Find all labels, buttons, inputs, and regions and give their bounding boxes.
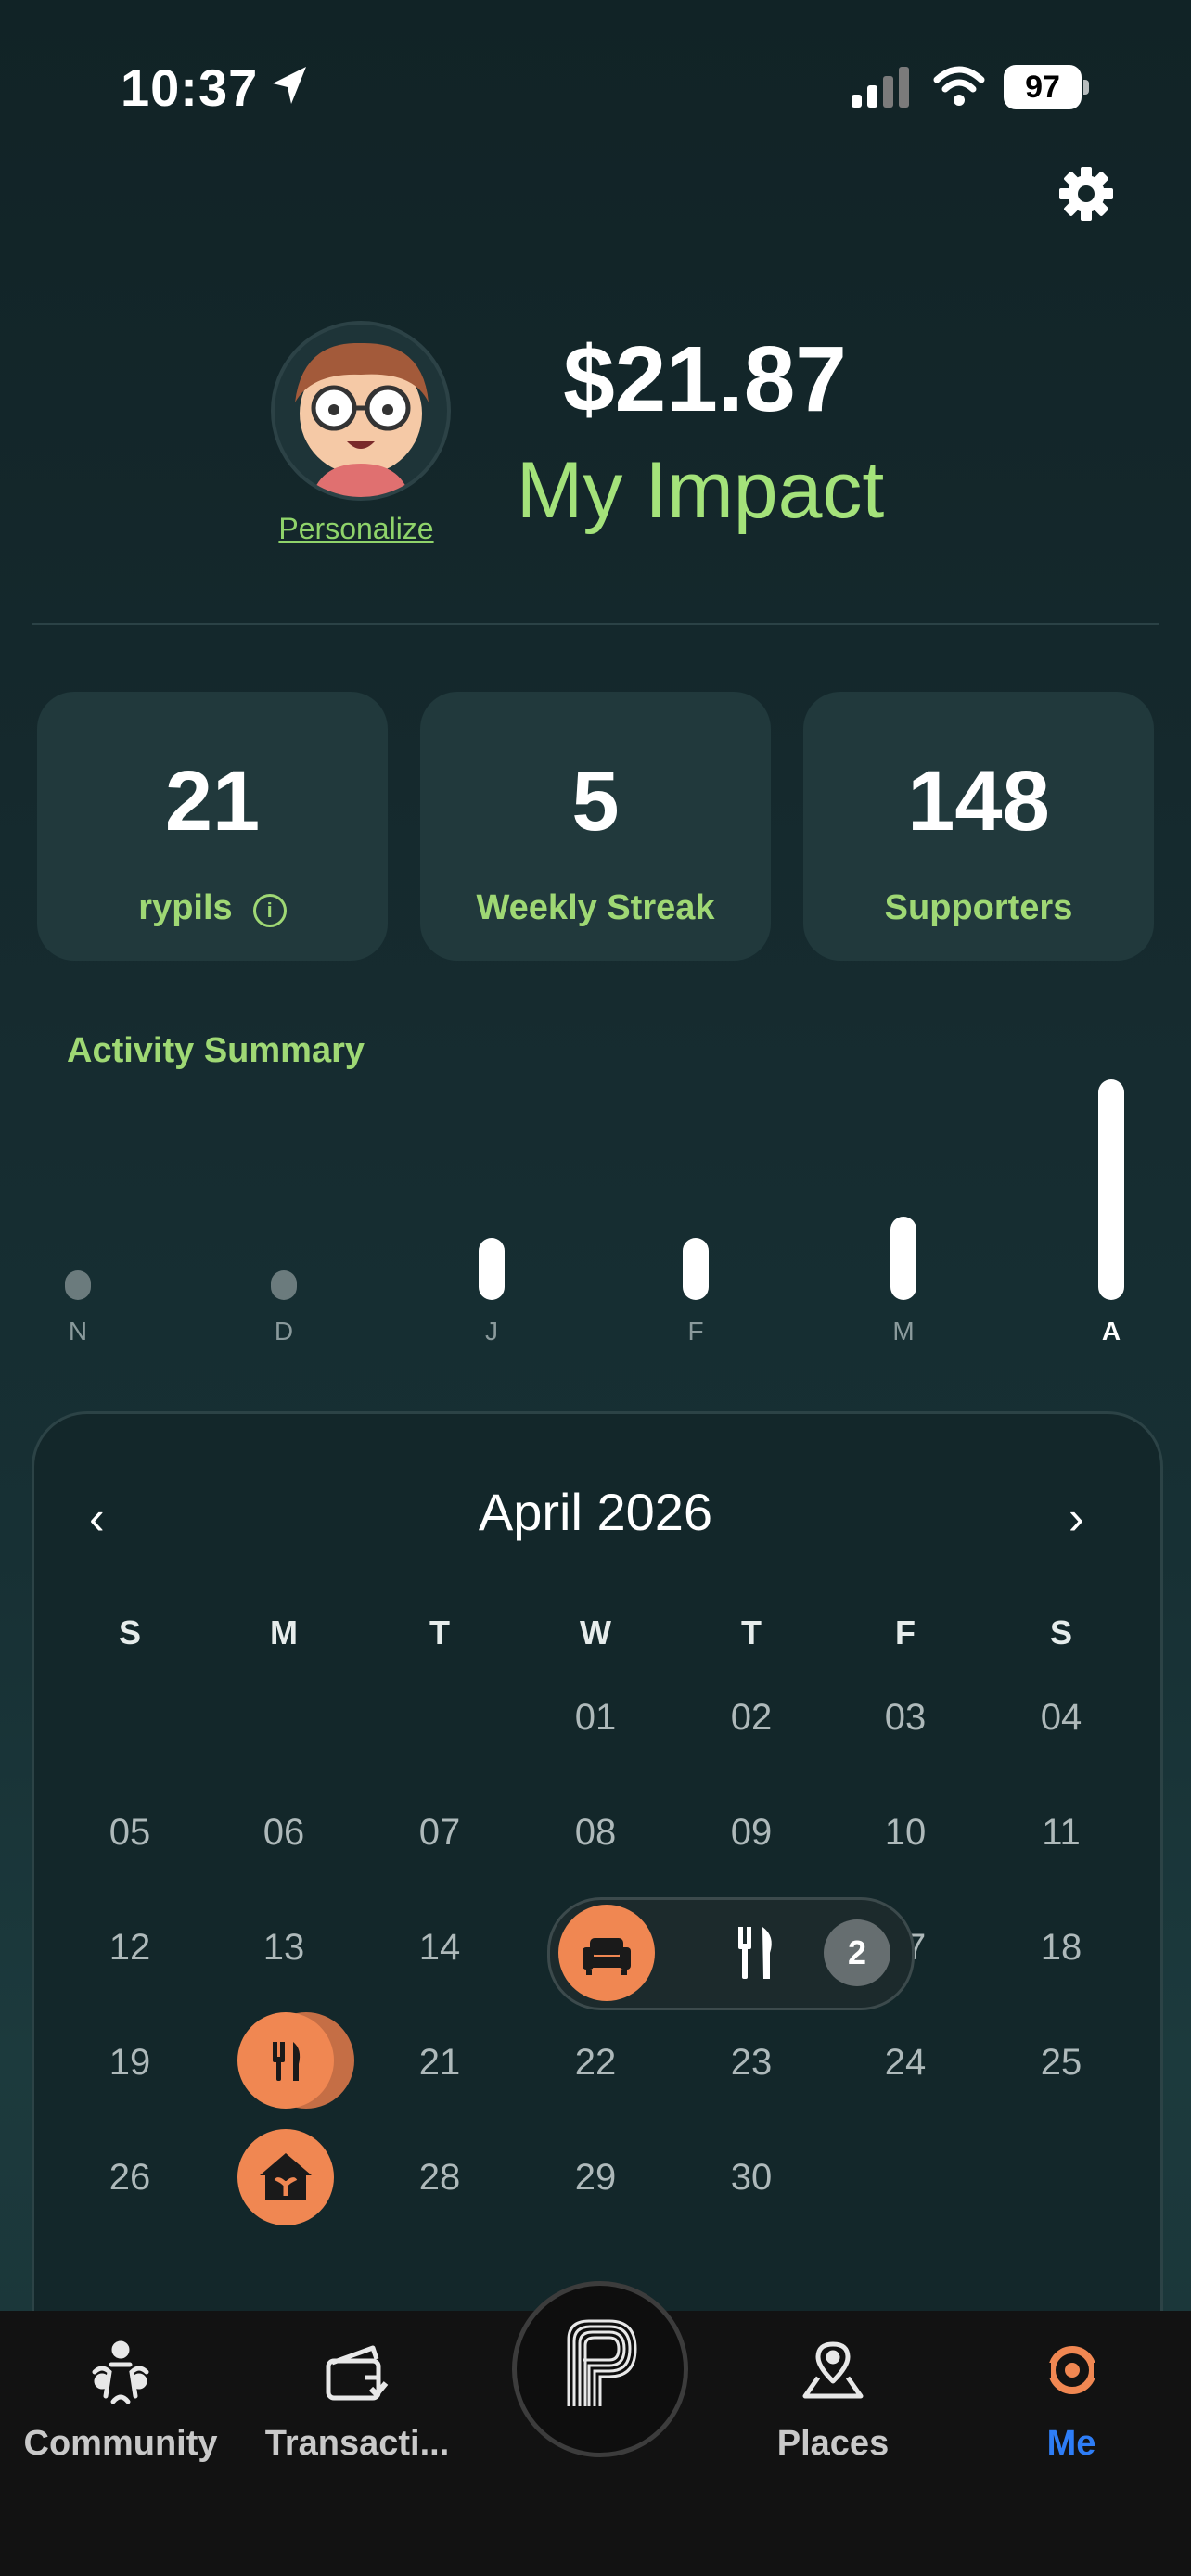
info-icon[interactable]: i bbox=[252, 894, 287, 927]
calendar-day-21[interactable]: 21 bbox=[398, 2042, 481, 2084]
calendar-day-28[interactable]: 28 bbox=[398, 2157, 481, 2199]
activity-bar-m bbox=[890, 1217, 916, 1300]
location-arrow-icon bbox=[273, 67, 306, 104]
stat-card-supporters[interactable]: 148 Supporters bbox=[803, 692, 1154, 961]
tab-community[interactable]: Community bbox=[9, 2424, 232, 2464]
chevron-right-icon[interactable]: › bbox=[1069, 1491, 1084, 1545]
activity-bar-j bbox=[479, 1238, 505, 1300]
avatar-illustration bbox=[295, 342, 429, 497]
wallet-icon bbox=[326, 2345, 389, 2401]
weekday-label: S bbox=[118, 1613, 141, 1651]
popup-event-sofa[interactable] bbox=[558, 1905, 655, 2001]
gear-icon[interactable] bbox=[1057, 165, 1115, 223]
stat-value: 21 bbox=[164, 754, 261, 848]
event-marker-20[interactable] bbox=[237, 2012, 334, 2109]
calendar-day-30[interactable]: 30 bbox=[710, 2157, 793, 2199]
activity-chart: NDJFMA bbox=[0, 0, 1191, 1354]
activity-month-label: A bbox=[1101, 1317, 1121, 1345]
activity-bar-n bbox=[65, 1270, 91, 1300]
weekday-label: T bbox=[429, 1613, 450, 1651]
wifi-icon bbox=[933, 66, 985, 106]
tab-places[interactable]: Places bbox=[742, 2424, 924, 2464]
activity-month-label: J bbox=[485, 1317, 498, 1345]
community-icon bbox=[92, 2340, 149, 2404]
activity-month-label: D bbox=[274, 1317, 294, 1345]
impact-amount: $21.87 bbox=[563, 327, 847, 431]
activity-month-label: F bbox=[687, 1317, 704, 1345]
calendar-month-title: April 2026 bbox=[478, 1483, 713, 1541]
activity-bar-a bbox=[1098, 1079, 1124, 1300]
stat-card-rypils[interactable]: 21 rypils i bbox=[37, 692, 388, 961]
divider bbox=[32, 623, 1159, 625]
calendar-day-05[interactable]: 05 bbox=[88, 1812, 172, 1854]
stat-label: Supporters bbox=[884, 888, 1073, 927]
calendar-day-07[interactable]: 07 bbox=[398, 1812, 481, 1854]
weekday-label: T bbox=[741, 1613, 762, 1651]
stat-label: rypils bbox=[138, 888, 233, 927]
stat-label: Weekly Streak bbox=[476, 888, 715, 927]
calendar-day-08[interactable]: 08 bbox=[554, 1812, 637, 1854]
page-title: My Impact bbox=[516, 446, 885, 535]
calendar-day-23[interactable]: 23 bbox=[710, 2042, 793, 2084]
tab-transactions[interactable]: Transacti... bbox=[250, 2424, 464, 2464]
home-plant-icon bbox=[260, 2153, 312, 2200]
avatar[interactable] bbox=[271, 321, 451, 501]
activity-bar-d bbox=[271, 1270, 297, 1300]
fork-knife-icon[interactable] bbox=[733, 1923, 779, 1983]
battery-level: 97 bbox=[1004, 65, 1082, 109]
battery-indicator: 97 bbox=[1004, 65, 1089, 109]
activity-bar-f bbox=[683, 1238, 709, 1300]
calendar-day-26[interactable]: 26 bbox=[88, 2157, 172, 2199]
calendar-day-03[interactable]: 03 bbox=[864, 1697, 947, 1739]
calendar-day-11[interactable]: 11 bbox=[1019, 1812, 1103, 1854]
calendar-day-09[interactable]: 09 bbox=[710, 1812, 793, 1854]
sofa-icon bbox=[583, 1938, 631, 1975]
activity-summary-title: Activity Summary bbox=[67, 1031, 365, 1070]
calendar-day-12[interactable]: 12 bbox=[88, 1927, 172, 1969]
stat-value: 5 bbox=[571, 754, 620, 848]
weekday-label: W bbox=[580, 1613, 611, 1651]
rypil-home-button[interactable] bbox=[512, 2281, 688, 2457]
weekday-label: F bbox=[895, 1613, 916, 1651]
fork-knife-icon bbox=[273, 2042, 301, 2081]
calendar-day-04[interactable]: 04 bbox=[1019, 1697, 1103, 1739]
cellular-signal-icon bbox=[852, 67, 909, 108]
status-time: 10:37 bbox=[121, 58, 259, 117]
calendar-day-10[interactable]: 10 bbox=[864, 1812, 947, 1854]
calendar-day-22[interactable]: 22 bbox=[554, 2042, 637, 2084]
calendar-day-06[interactable]: 06 bbox=[242, 1812, 326, 1854]
stat-label-row: rypils i bbox=[37, 888, 388, 928]
rypil-logo-icon bbox=[567, 2319, 637, 2406]
event-marker-27[interactable] bbox=[237, 2129, 334, 2225]
me-icon bbox=[1045, 2346, 1099, 2394]
calendar-day-25[interactable]: 25 bbox=[1019, 2042, 1103, 2084]
chevron-left-icon[interactable]: ‹ bbox=[89, 1491, 105, 1545]
calendar-day-14[interactable]: 14 bbox=[398, 1927, 481, 1969]
activity-month-label: M bbox=[892, 1317, 915, 1345]
calendar-day-02[interactable]: 02 bbox=[710, 1697, 793, 1739]
calendar-day-01[interactable]: 01 bbox=[554, 1697, 637, 1739]
stat-value: 148 bbox=[907, 754, 1050, 848]
calendar-day-19[interactable]: 19 bbox=[88, 2042, 172, 2084]
calendar-day-18[interactable]: 18 bbox=[1019, 1927, 1103, 1969]
calendar-day-24[interactable]: 24 bbox=[864, 2042, 947, 2084]
tab-me[interactable]: Me bbox=[1020, 2424, 1122, 2464]
calendar-day-13[interactable]: 13 bbox=[242, 1927, 326, 1969]
more-events-badge[interactable]: 2 bbox=[824, 1919, 890, 1986]
weekday-label: M bbox=[270, 1613, 298, 1651]
personalize-link[interactable]: Personalize bbox=[263, 512, 449, 546]
weekday-label: S bbox=[1049, 1613, 1072, 1651]
calendar-day-29[interactable]: 29 bbox=[554, 2157, 637, 2199]
activity-month-label: N bbox=[68, 1317, 88, 1345]
stat-card-weekly-streak[interactable]: 5 Weekly Streak bbox=[420, 692, 771, 961]
map-pin-icon bbox=[802, 2341, 864, 2399]
